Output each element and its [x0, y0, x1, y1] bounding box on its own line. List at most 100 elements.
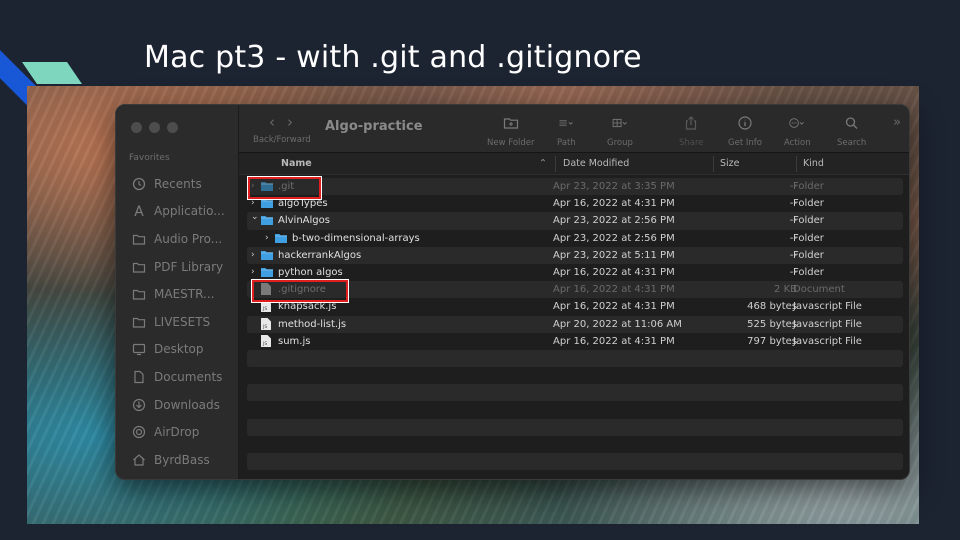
file-date: Apr 23, 2022 at 2:56 PM [553, 215, 675, 227]
toolbar-action-button[interactable]: Action [784, 114, 811, 148]
toolbar-get-info-button[interactable]: Get Info [728, 114, 762, 148]
minimize-button[interactable] [149, 122, 160, 133]
airdrop-icon [132, 425, 146, 439]
svg-text:JS: JS [262, 341, 267, 347]
file-kind: Document [793, 284, 845, 296]
file-date: Apr 16, 2022 at 4:31 PM [553, 301, 675, 313]
column-date[interactable]: Date Modified [563, 158, 629, 169]
disclosure-collapsed-icon[interactable]: › [251, 198, 259, 208]
folder-icon [132, 315, 146, 329]
file-row-b-two-dimensional-arrays[interactable]: › b-two-dimensional-arrays Apr 23, 2022 at… [247, 230, 903, 247]
folder-icon [275, 233, 287, 243]
file-name: method-list.js [278, 318, 347, 330]
back-icon[interactable]: ‹ [269, 113, 287, 131]
new-folder-icon [487, 114, 535, 132]
toolbar-search-button[interactable]: Search [837, 114, 866, 148]
toolbar-label: Share [679, 138, 704, 148]
sidebar-item-byrdbass[interactable]: ByrdBass [116, 446, 238, 474]
file-kind: Folder [793, 215, 824, 227]
applications-icon [132, 204, 146, 218]
sidebar-item-label: Audio Pro... [154, 231, 223, 246]
window-controls [131, 122, 178, 133]
empty-row [247, 349, 903, 368]
toolbar-overflow-icon[interactable]: » [893, 115, 901, 130]
sidebar: Favorites Recents Applicatio... Audio Pro.… [116, 105, 239, 479]
empty-row [247, 401, 903, 418]
disclosure-collapsed-icon[interactable]: › [265, 233, 273, 243]
file-row-sum-js[interactable]: JS sum.js Apr 16, 2022 at 4:31 PM 797 bytes… [247, 333, 903, 350]
disclosure-collapsed-icon[interactable]: › [251, 250, 259, 260]
sidebar-item-label: Downloads [154, 397, 220, 412]
toolbar-new-folder-button[interactable]: New Folder [487, 114, 535, 148]
sidebar-item-pdf-library[interactable]: PDF Library [116, 253, 238, 281]
toolbar-label: Get Info [728, 138, 762, 148]
sidebar-item-desktop[interactable]: Desktop [116, 336, 238, 364]
column-size[interactable]: Size [720, 158, 740, 169]
sidebar-item-applicatio[interactable]: Applicatio... [116, 198, 238, 226]
toolbar-group-button[interactable]: Group [607, 114, 633, 148]
toolbar-label: Action [784, 138, 811, 148]
sidebar-item-label: PDF Library [154, 259, 224, 274]
file-size: 525 bytes [747, 318, 797, 330]
file-date: Apr 23, 2022 at 2:56 PM [553, 232, 675, 244]
forward-icon[interactable]: › [287, 113, 305, 131]
sidebar-item-documents[interactable]: Documents [116, 363, 238, 391]
folder-icon [261, 267, 273, 277]
toolbar-label: New Folder [487, 138, 535, 148]
action-icon [784, 114, 811, 132]
window-title: Algo-practice [325, 119, 423, 134]
toolbar: ‹› Back/Forward Algo-practice New Folder… [239, 105, 909, 153]
sidebar-item-label: AirDrop [154, 425, 200, 440]
zoom-button[interactable] [167, 122, 178, 133]
close-button[interactable] [131, 122, 142, 133]
clock-icon [132, 177, 146, 191]
file-kind: Javascript File [793, 318, 862, 330]
sidebar-item-maestr[interactable]: MAESTR... [116, 280, 238, 308]
sidebar-item-downloads[interactable]: Downloads [116, 391, 238, 419]
column-kind[interactable]: Kind [803, 158, 824, 169]
empty-row [247, 436, 903, 453]
sidebar-item-label: Applicatio... [154, 204, 225, 219]
file-kind: Folder [793, 198, 824, 210]
file-kind: Javascript File [793, 301, 862, 313]
group-icon [607, 114, 633, 132]
slide-title: Mac pt3 - with .git and .gitignore [144, 40, 642, 75]
file-date: Apr 16, 2022 at 4:31 PM [553, 335, 675, 347]
file-date: Apr 23, 2022 at 5:11 PM [553, 249, 675, 261]
toolbar-share-button[interactable]: Share [679, 114, 704, 148]
file-kind: Javascript File [793, 335, 862, 347]
sidebar-section-favorites: Favorites [129, 153, 170, 163]
file-row-dot-git[interactable]: › .git Apr 23, 2022 at 3:35 PM -- Folder [247, 178, 903, 196]
file-row-python-algos[interactable]: › python algos Apr 16, 2022 at 4:31 PM -- Fo… [247, 264, 903, 281]
file-kind: Folder [793, 181, 824, 192]
sidebar-item-label: LIVESETS [154, 314, 211, 329]
toolbar-path-button[interactable]: Path [557, 114, 576, 148]
sidebar-item-airdrop[interactable]: AirDrop [116, 418, 238, 446]
file-date: Apr 23, 2022 at 3:35 PM [553, 181, 675, 192]
sidebar-item-livesets[interactable]: LIVESETS [116, 308, 238, 336]
file-date: Apr 16, 2022 at 4:31 PM [553, 198, 675, 210]
back-forward-control[interactable]: ‹› Back/Forward [253, 113, 311, 145]
toolbar-label: Group [607, 138, 633, 148]
info-icon [728, 114, 762, 132]
highlight-git [247, 176, 322, 200]
toolbar-label: Path [557, 138, 576, 148]
file-size: 468 bytes [747, 301, 797, 313]
sidebar-item-audio-pro[interactable]: Audio Pro... [116, 225, 238, 253]
download-icon [132, 398, 146, 412]
column-name[interactable]: Name [281, 158, 312, 169]
file-row-hackerrankalgos[interactable]: › hackerrankAlgos Apr 23, 2022 at 5:11 PM -… [247, 246, 903, 264]
file-row-method-list-js[interactable]: JS method-list.js Apr 20, 2022 at 11:06 AM… [247, 315, 903, 333]
sidebar-item-label: Desktop [154, 342, 204, 357]
toolbar-label: Search [837, 138, 867, 148]
sort-chevron-icon[interactable]: ⌃ [539, 158, 547, 169]
file-name: algoTypes [278, 198, 328, 210]
file-date: Apr 20, 2022 at 11:06 AM [553, 318, 682, 330]
file-row-algotypes[interactable]: › algoTypes Apr 16, 2022 at 4:31 PM -- Folde… [247, 195, 903, 212]
file-row-alvinalgos[interactable]: ⌄ AlvinAlgos Apr 23, 2022 at 2:56 PM -- Fold… [247, 212, 903, 230]
disclosure-collapsed-icon[interactable]: › [251, 267, 259, 277]
sidebar-item-recents[interactable]: Recents [116, 170, 238, 198]
file-kind: Folder [793, 266, 824, 278]
file-date: Apr 16, 2022 at 4:31 PM [553, 284, 675, 296]
disclosure-expanded-icon[interactable]: ⌄ [251, 212, 259, 222]
